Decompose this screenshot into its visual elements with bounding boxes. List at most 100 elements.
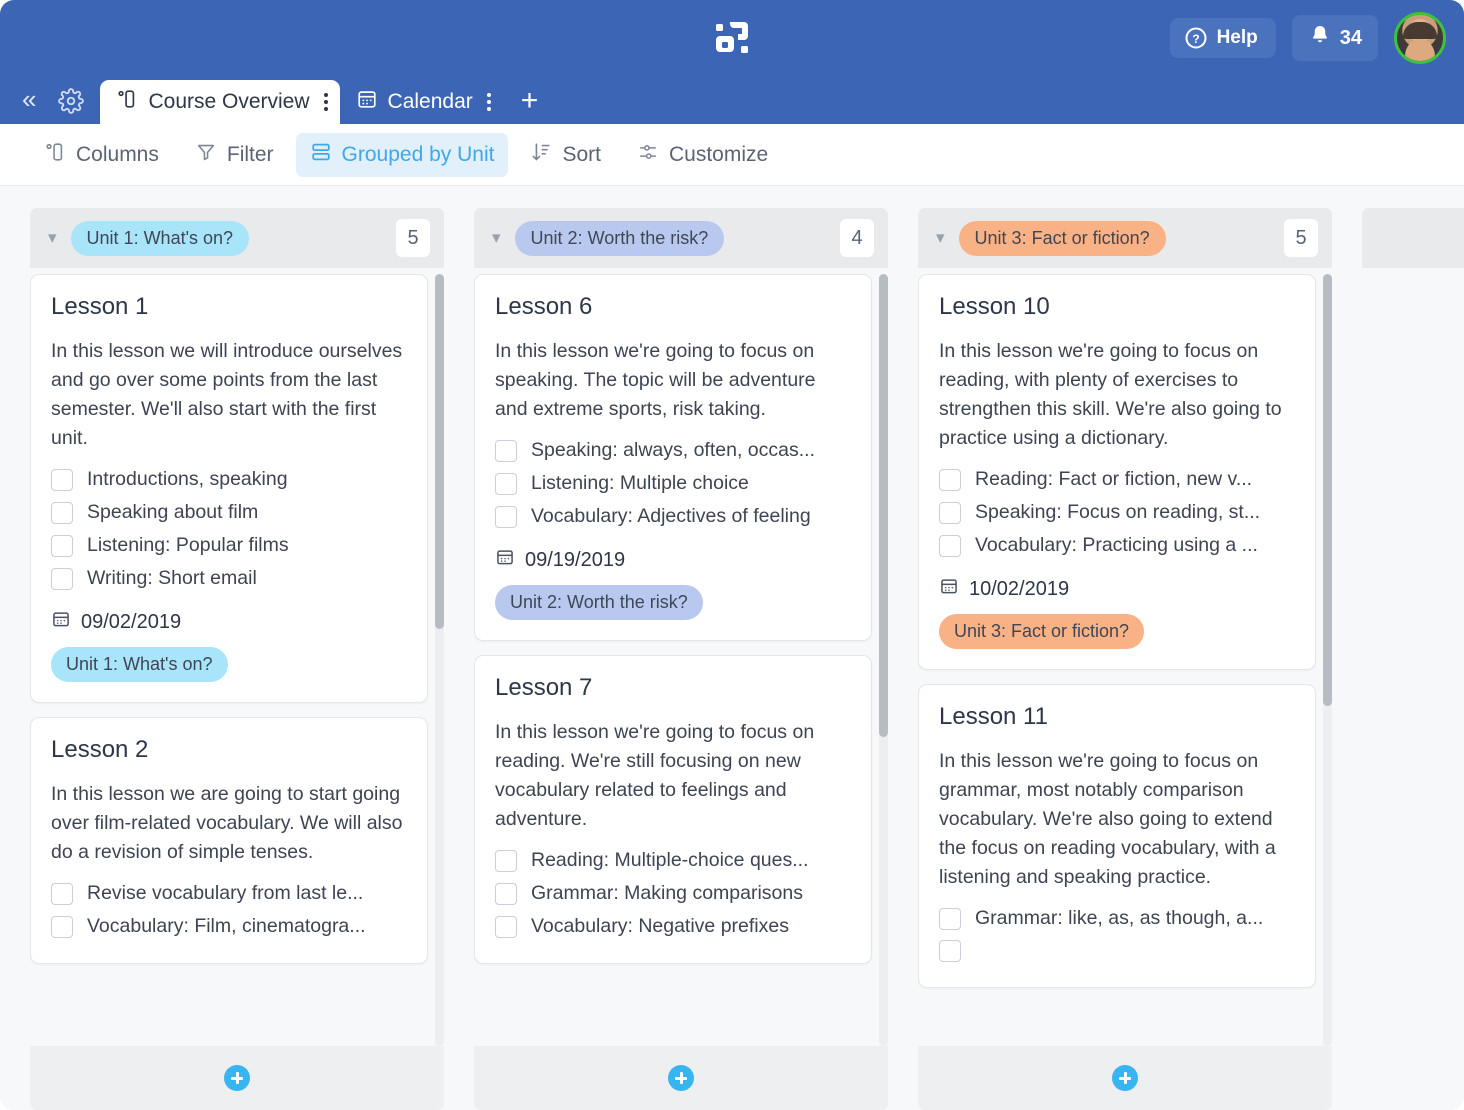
card-date-value: 09/02/2019 — [81, 610, 182, 633]
checklist-item[interactable]: Grammar: like, as, as though, a... — [939, 902, 1295, 935]
group-header: ▾ Unit 1: What's on? 5 — [30, 208, 444, 268]
checklist-item[interactable]: Speaking: always, often, occas... — [495, 434, 851, 467]
collapse-sidebar-button[interactable]: « — [16, 86, 50, 124]
help-button[interactable]: ? Help — [1169, 18, 1276, 58]
checklist-label: Writing: Short email — [87, 567, 257, 589]
checkbox-icon[interactable] — [939, 468, 961, 491]
checkbox-icon[interactable] — [495, 915, 517, 938]
card-unit-pill[interactable]: Unit 1: What's on? — [51, 647, 228, 682]
checkbox-icon[interactable] — [51, 915, 73, 938]
checklist-item[interactable]: Revise vocabulary from last le... — [51, 877, 407, 910]
checklist-label: Vocabulary: Practicing using a ... — [975, 534, 1258, 556]
checkbox-icon[interactable] — [51, 882, 73, 905]
card-date[interactable]: 09/02/2019 — [51, 609, 407, 635]
toolbar-label: Columns — [76, 142, 159, 166]
checklist-item[interactable]: Vocabulary: Negative prefixes — [495, 910, 851, 943]
checklist-label: Listening: Multiple choice — [531, 472, 749, 494]
column-scrollbar[interactable] — [879, 274, 888, 1046]
checklist-item[interactable]: Vocabulary: Practicing using a ... — [939, 529, 1295, 562]
add-group-header[interactable] — [1362, 208, 1464, 268]
add-tab-button[interactable]: + — [503, 86, 557, 124]
card-description: In this lesson we're going to focus on r… — [939, 340, 1282, 449]
add-card-button[interactable] — [918, 1046, 1332, 1110]
checkbox-icon[interactable] — [51, 534, 73, 557]
user-avatar[interactable] — [1394, 12, 1446, 64]
card-unit-pill[interactable]: Unit 3: Fact or fiction? — [939, 614, 1145, 649]
calendar-view-icon — [356, 88, 378, 116]
card-description: In this lesson we're going to focus on s… — [495, 340, 816, 420]
plus-icon — [1112, 1065, 1138, 1091]
checklist-item[interactable]: Speaking: Focus on reading, st... — [939, 496, 1295, 529]
column-scrollbar[interactable] — [435, 274, 444, 1046]
gear-icon[interactable] — [50, 88, 100, 124]
toolbar-customize-button[interactable]: Customize — [623, 133, 782, 177]
tab-menu-icon[interactable] — [320, 93, 328, 111]
add-card-button[interactable] — [474, 1046, 888, 1110]
group-name-pill[interactable]: Unit 1: What's on? — [70, 220, 250, 256]
lesson-card[interactable]: Lesson 2 In this lesson we are going to … — [30, 717, 428, 964]
toolbar-filter-button[interactable]: Filter — [181, 133, 288, 177]
toolbar-columns-button[interactable]: Columns — [30, 133, 173, 177]
lesson-card[interactable]: Lesson 6 In this lesson we're going to f… — [474, 274, 872, 641]
lesson-card[interactable]: Lesson 7 In this lesson we're going to f… — [474, 655, 872, 964]
card-title: Lesson 1 — [51, 293, 149, 320]
column-scrollbar-thumb[interactable] — [435, 274, 444, 630]
checkbox-icon[interactable] — [495, 439, 517, 462]
add-card-button[interactable] — [30, 1046, 444, 1110]
checkbox-icon[interactable] — [495, 882, 517, 905]
lesson-card[interactable]: Lesson 11 In this lesson we're going to … — [918, 684, 1316, 988]
checklist-label: Speaking: always, often, occas... — [531, 439, 815, 461]
group-header: ▾ Unit 2: Worth the risk? 4 — [474, 208, 888, 268]
lesson-card[interactable]: Lesson 10 In this lesson we're going to … — [918, 274, 1316, 670]
checkbox-icon[interactable] — [939, 907, 961, 930]
checklist-item[interactable]: Listening: Multiple choice — [495, 467, 851, 500]
checklist-item[interactable]: Reading: Multiple-choice ques... — [495, 844, 851, 877]
toolbar-group-button[interactable]: Grouped by Unit — [295, 132, 509, 177]
avatar-hair — [1403, 22, 1437, 39]
card-date[interactable]: 09/19/2019 — [495, 547, 851, 573]
column-scrollbar-thumb[interactable] — [879, 274, 888, 738]
checklist-label: Revise vocabulary from last le... — [87, 882, 364, 904]
checkbox-icon[interactable] — [495, 849, 517, 872]
notifications-button[interactable]: 34 — [1291, 15, 1378, 61]
checkbox-icon[interactable] — [939, 501, 961, 524]
toolbar-sort-button[interactable]: Sort — [516, 133, 615, 177]
checklist-item[interactable]: Listening: Popular films — [51, 529, 407, 562]
customize-icon — [637, 141, 659, 169]
checkbox-icon[interactable] — [51, 567, 73, 590]
checkbox-icon[interactable] — [51, 468, 73, 491]
tab-menu-icon[interactable] — [483, 93, 491, 111]
card-description: In this lesson we are going to start goi… — [51, 783, 403, 863]
bell-icon — [1308, 23, 1332, 53]
checkbox-icon[interactable] — [495, 505, 517, 528]
checklist-item[interactable]: Writing: Short email — [51, 562, 407, 595]
column-scrollbar[interactable] — [1323, 274, 1332, 1046]
lesson-card[interactable]: Lesson 1 In this lesson we will introduc… — [30, 274, 428, 703]
checkbox-icon[interactable] — [939, 534, 961, 557]
tab-calendar[interactable]: Calendar — [340, 80, 503, 124]
checkbox-icon[interactable] — [495, 472, 517, 495]
chevron-down-icon[interactable]: ▾ — [48, 228, 57, 248]
card-unit-pill[interactable]: Unit 2: Worth the risk? — [495, 585, 703, 620]
checklist-item[interactable]: Vocabulary: Adjectives of feeling — [495, 500, 851, 533]
question-mark-icon: ? — [1184, 26, 1208, 50]
checkbox-icon[interactable] — [939, 940, 961, 962]
checkbox-icon[interactable] — [51, 501, 73, 524]
checklist-item[interactable]: Grammar: Making comparisons — [495, 877, 851, 910]
checklist-item[interactable]: Introductions, speaking — [51, 463, 407, 496]
calendar-icon — [495, 547, 515, 573]
chevron-down-icon[interactable]: ▾ — [492, 228, 501, 248]
group-name-pill[interactable]: Unit 2: Worth the risk? — [514, 220, 725, 256]
card-date[interactable]: 10/02/2019 — [939, 576, 1295, 602]
columns-icon — [44, 141, 66, 169]
column-scrollbar-thumb[interactable] — [1323, 274, 1332, 707]
checklist-item[interactable]: Vocabulary: Film, cinematogra... — [51, 910, 407, 943]
tab-course-overview[interactable]: Course Overview — [100, 80, 340, 124]
checklist-item[interactable] — [939, 935, 1295, 967]
toolbar-label: Grouped by Unit — [341, 142, 495, 166]
checklist-item[interactable]: Speaking about film — [51, 496, 407, 529]
group-name-pill[interactable]: Unit 3: Fact or fiction? — [958, 220, 1166, 256]
chevron-down-icon[interactable]: ▾ — [936, 228, 945, 248]
toolbar-label: Customize — [668, 142, 769, 166]
checklist-item[interactable]: Reading: Fact or fiction, new v... — [939, 463, 1295, 496]
